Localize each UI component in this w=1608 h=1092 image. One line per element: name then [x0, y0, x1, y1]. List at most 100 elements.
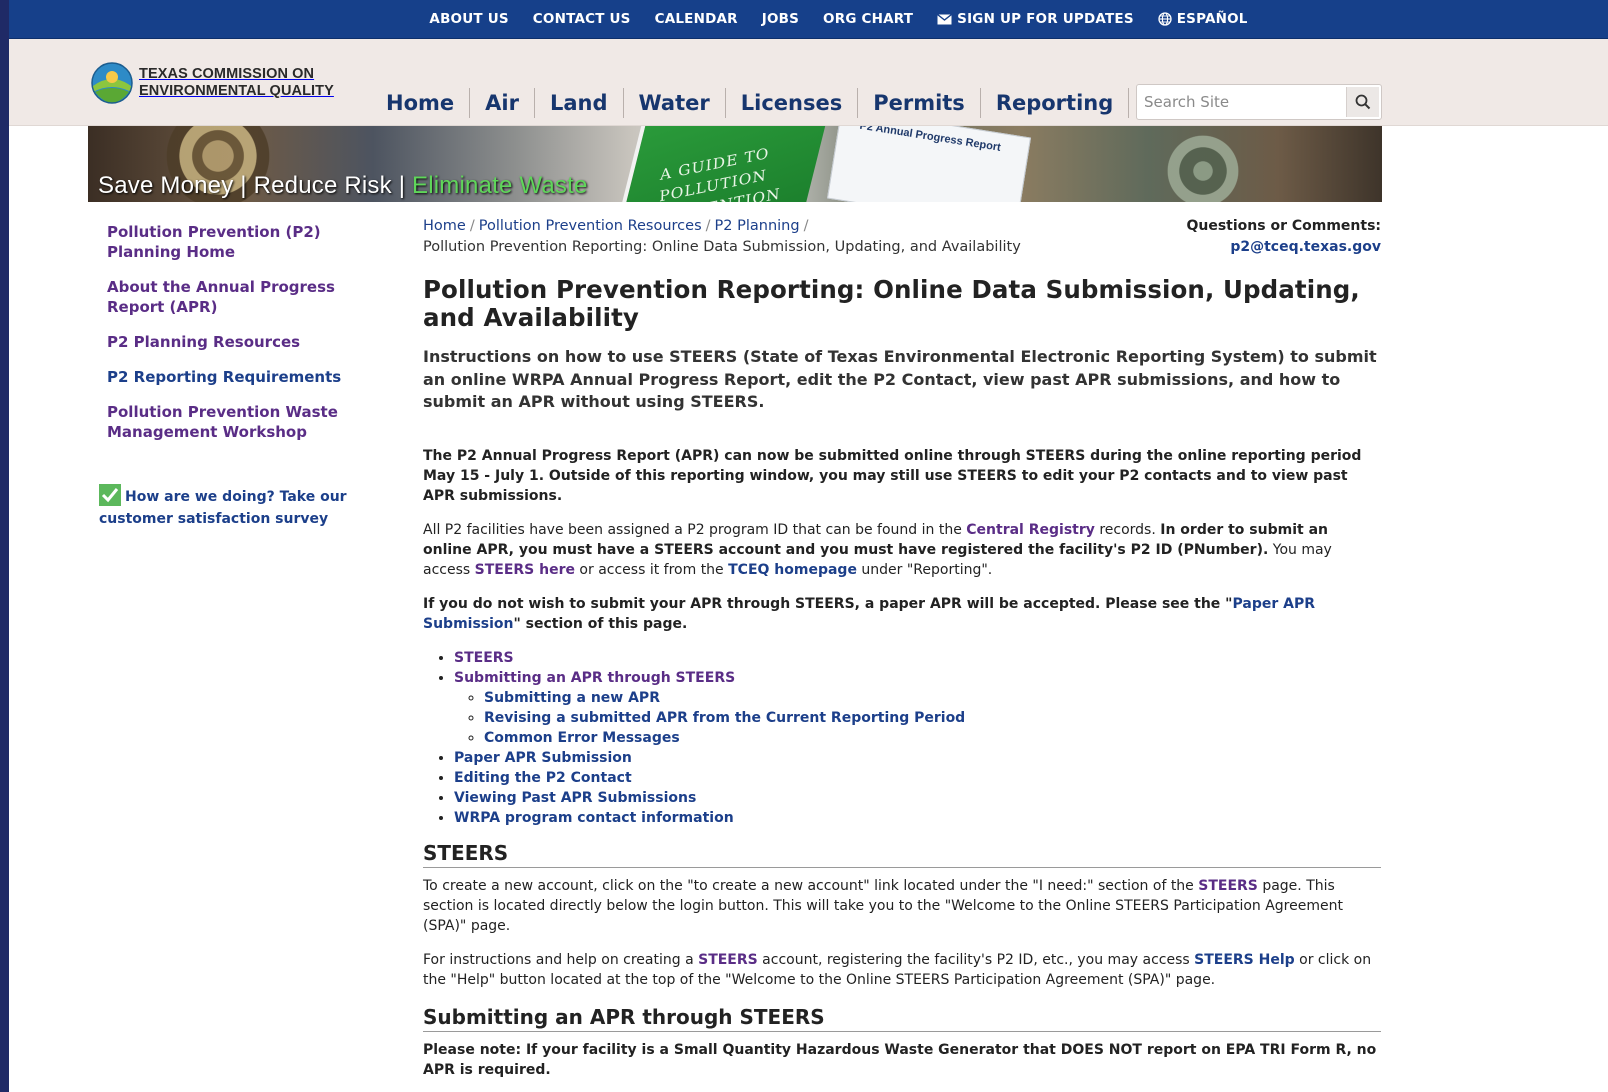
text-span: records.	[1094, 521, 1161, 538]
site-header: TEXAS COMMISSION ON ENVIRONMENTAL QUALIT…	[9, 39, 1608, 126]
toc-paper-link[interactable]: Paper APR Submission	[454, 750, 632, 766]
toc-viewing-link[interactable]: Viewing Past APR Submissions	[454, 790, 696, 806]
tagline-part2: Eliminate Waste	[412, 172, 588, 199]
text-span: account, registering the facility's P2 I…	[757, 951, 1195, 968]
breadcrumb-home[interactable]: Home	[423, 218, 466, 234]
questions-label: Questions or Comments:	[1186, 218, 1381, 234]
toc-item: Paper APR Submission	[454, 748, 1381, 768]
central-registry-link[interactable]: Central Registry	[966, 522, 1095, 538]
sidebar-item-p2-planning-home[interactable]: Pollution Prevention (P2) Planning Home	[107, 222, 367, 262]
sign-up-label: SIGN UP FOR UPDATES	[957, 11, 1134, 27]
toc-errors-link[interactable]: Common Error Messages	[484, 730, 680, 746]
report-text: P2 Annual Progress Report	[858, 126, 1002, 154]
sidebar-item-waste-workshop[interactable]: Pollution Prevention Waste Management Wo…	[107, 402, 367, 442]
utility-bar: ABOUT US CONTACT US CALENDAR JOBS ORG CH…	[9, 0, 1608, 39]
jobs-link[interactable]: JOBS	[762, 11, 799, 27]
toc-item: Submitting an APR through STEERS Submitt…	[454, 668, 1381, 748]
contact-us-link[interactable]: CONTACT US	[533, 11, 631, 27]
breadcrumb-p2-resources[interactable]: Pollution Prevention Resources	[479, 218, 702, 234]
banner-tagline: Save Money | Reduce Risk | Eliminate Was…	[98, 172, 588, 200]
sidebar-item-p2-reporting-requirements[interactable]: P2 Reporting Requirements	[107, 367, 367, 387]
espanol-link[interactable]: ESPAÑOL	[1158, 11, 1248, 27]
globe-icon	[1158, 12, 1172, 26]
tagline-part1: Save Money | Reduce Risk |	[98, 172, 413, 199]
breadcrumb-separator: /	[803, 218, 809, 234]
valve-wheel-graphic	[1148, 126, 1258, 202]
steers-account-paragraph: To create a new account, click on the "t…	[423, 876, 1381, 936]
nav-land[interactable]: Land	[535, 88, 624, 118]
text-span: To create a new account, click on the "t…	[423, 877, 1199, 894]
book-text: A GUIDE TO POLLUTION PREVENTION	[658, 144, 781, 202]
page-title: Pollution Prevention Reporting: Online D…	[423, 275, 1360, 332]
text-span: For instructions and help on creating a	[423, 951, 699, 968]
browser-page: ABOUT US CONTACT US CALENDAR JOBS ORG CH…	[9, 0, 1608, 1092]
paper-apr-paragraph: If you do not wish to submit your APR th…	[423, 594, 1381, 634]
questions-box: Questions or Comments: p2@tceq.texas.gov	[1186, 216, 1381, 258]
main-content: Home / Pollution Prevention Resources / P2 P…	[423, 216, 1381, 1092]
search-button[interactable]	[1346, 87, 1379, 117]
toc-editing-link[interactable]: Editing the P2 Contact	[454, 770, 632, 786]
guide-book-graphic: A GUIDE TO POLLUTION PREVENTION	[618, 126, 826, 202]
about-us-link[interactable]: ABOUT US	[429, 11, 508, 27]
text-span: If you do not wish to submit your APR th…	[423, 595, 1233, 612]
nav-air[interactable]: Air	[470, 88, 535, 118]
logo-text: TEXAS COMMISSION ON ENVIRONMENTAL QUALIT…	[139, 66, 334, 100]
nav-water[interactable]: Water	[624, 88, 726, 118]
small-quantity-note: Please note: If your facility is a Small…	[423, 1041, 1377, 1078]
toc-steers-link[interactable]: STEERS	[454, 650, 514, 666]
steers-link[interactable]: STEERS	[698, 952, 758, 968]
text-span: under "Reporting".	[856, 561, 993, 578]
submitting-heading: Submitting an APR through STEERS	[423, 1004, 1381, 1032]
search-input[interactable]	[1137, 86, 1351, 118]
toc-item: WRPA program contact information	[454, 808, 1381, 828]
main-nav: Home Air Land Water Licenses Permits Rep…	[371, 88, 1130, 118]
steers-help-paragraph: For instructions and help on creating a …	[423, 950, 1381, 990]
toc-item: Viewing Past APR Submissions	[454, 788, 1381, 808]
search-box	[1136, 84, 1382, 120]
breadcrumb-p2-planning[interactable]: P2 Planning	[715, 218, 800, 234]
tceq-homepage-link[interactable]: TCEQ homepage	[728, 562, 857, 578]
logo-line1: TEXAS COMMISSION ON	[139, 66, 315, 82]
reporting-period-paragraph: The P2 Annual Progress Report (APR) can …	[423, 447, 1362, 504]
toc-submitting-link[interactable]: Submitting an APR through STEERS	[454, 670, 735, 686]
text-span: All P2 facilities have been assigned a P…	[423, 521, 967, 538]
toc-subitem: Common Error Messages	[484, 728, 1381, 748]
toc-revising-link[interactable]: Revising a submitted APR from the Curren…	[484, 710, 965, 726]
toc-item: STEERS	[454, 648, 1381, 668]
table-of-contents: STEERS Submitting an APR through STEERS …	[423, 648, 1381, 828]
toc-item: Editing the P2 Contact	[454, 768, 1381, 788]
nav-permits[interactable]: Permits	[858, 88, 981, 118]
checkmark-icon	[99, 484, 121, 506]
org-chart-link[interactable]: ORG CHART	[823, 11, 913, 27]
report-form-graphic: P2 Annual Progress Report	[826, 126, 1032, 202]
breadcrumb-separator: /	[705, 218, 711, 234]
search-icon	[1355, 94, 1371, 110]
sidebar-item-about-apr[interactable]: About the Annual Progress Report (APR)	[107, 277, 367, 317]
contact-email-link[interactable]: p2@tceq.texas.gov	[1230, 239, 1381, 255]
text-span: or access it from the	[574, 561, 729, 578]
page-lead: Instructions on how to use STEERS (State…	[423, 347, 1377, 411]
toc-subitem: Submitting a new APR	[484, 688, 1381, 708]
steers-here-link[interactable]: STEERS here	[475, 562, 575, 578]
tceq-logo-icon	[91, 62, 133, 104]
calendar-link[interactable]: CALENDAR	[655, 11, 738, 27]
espanol-label: ESPAÑOL	[1176, 11, 1248, 27]
breadcrumb-separator: /	[469, 218, 475, 234]
toc-subitem: Revising a submitted APR from the Curren…	[484, 708, 1381, 728]
sidebar-item-p2-planning-resources[interactable]: P2 Planning Resources	[107, 332, 367, 352]
nav-reporting[interactable]: Reporting	[981, 88, 1130, 118]
toc-submitting-new-link[interactable]: Submitting a new APR	[484, 690, 660, 706]
sign-up-for-updates-link[interactable]: SIGN UP FOR UPDATES	[937, 11, 1134, 27]
steers-heading: STEERS	[423, 840, 1381, 868]
steers-help-link[interactable]: STEERS Help	[1194, 952, 1295, 968]
survey-link[interactable]: How are we doing? Take our customer sati…	[99, 484, 369, 530]
nav-licenses[interactable]: Licenses	[726, 88, 859, 118]
tceq-logo[interactable]: TEXAS COMMISSION ON ENVIRONMENTAL QUALIT…	[91, 62, 334, 104]
toc-wrpa-link[interactable]: WRPA program contact information	[454, 810, 734, 826]
toc-sublist: Submitting a new APR Revising a submitte…	[454, 688, 1381, 748]
logo-line2: ENVIRONMENTAL QUALITY	[139, 83, 334, 99]
steers-page-link[interactable]: STEERS	[1198, 878, 1258, 894]
nav-home[interactable]: Home	[371, 88, 471, 118]
text-span: " section of this page.	[513, 615, 688, 632]
p2-banner-image: A GUIDE TO POLLUTION PREVENTION P2 Annua…	[88, 126, 1382, 202]
